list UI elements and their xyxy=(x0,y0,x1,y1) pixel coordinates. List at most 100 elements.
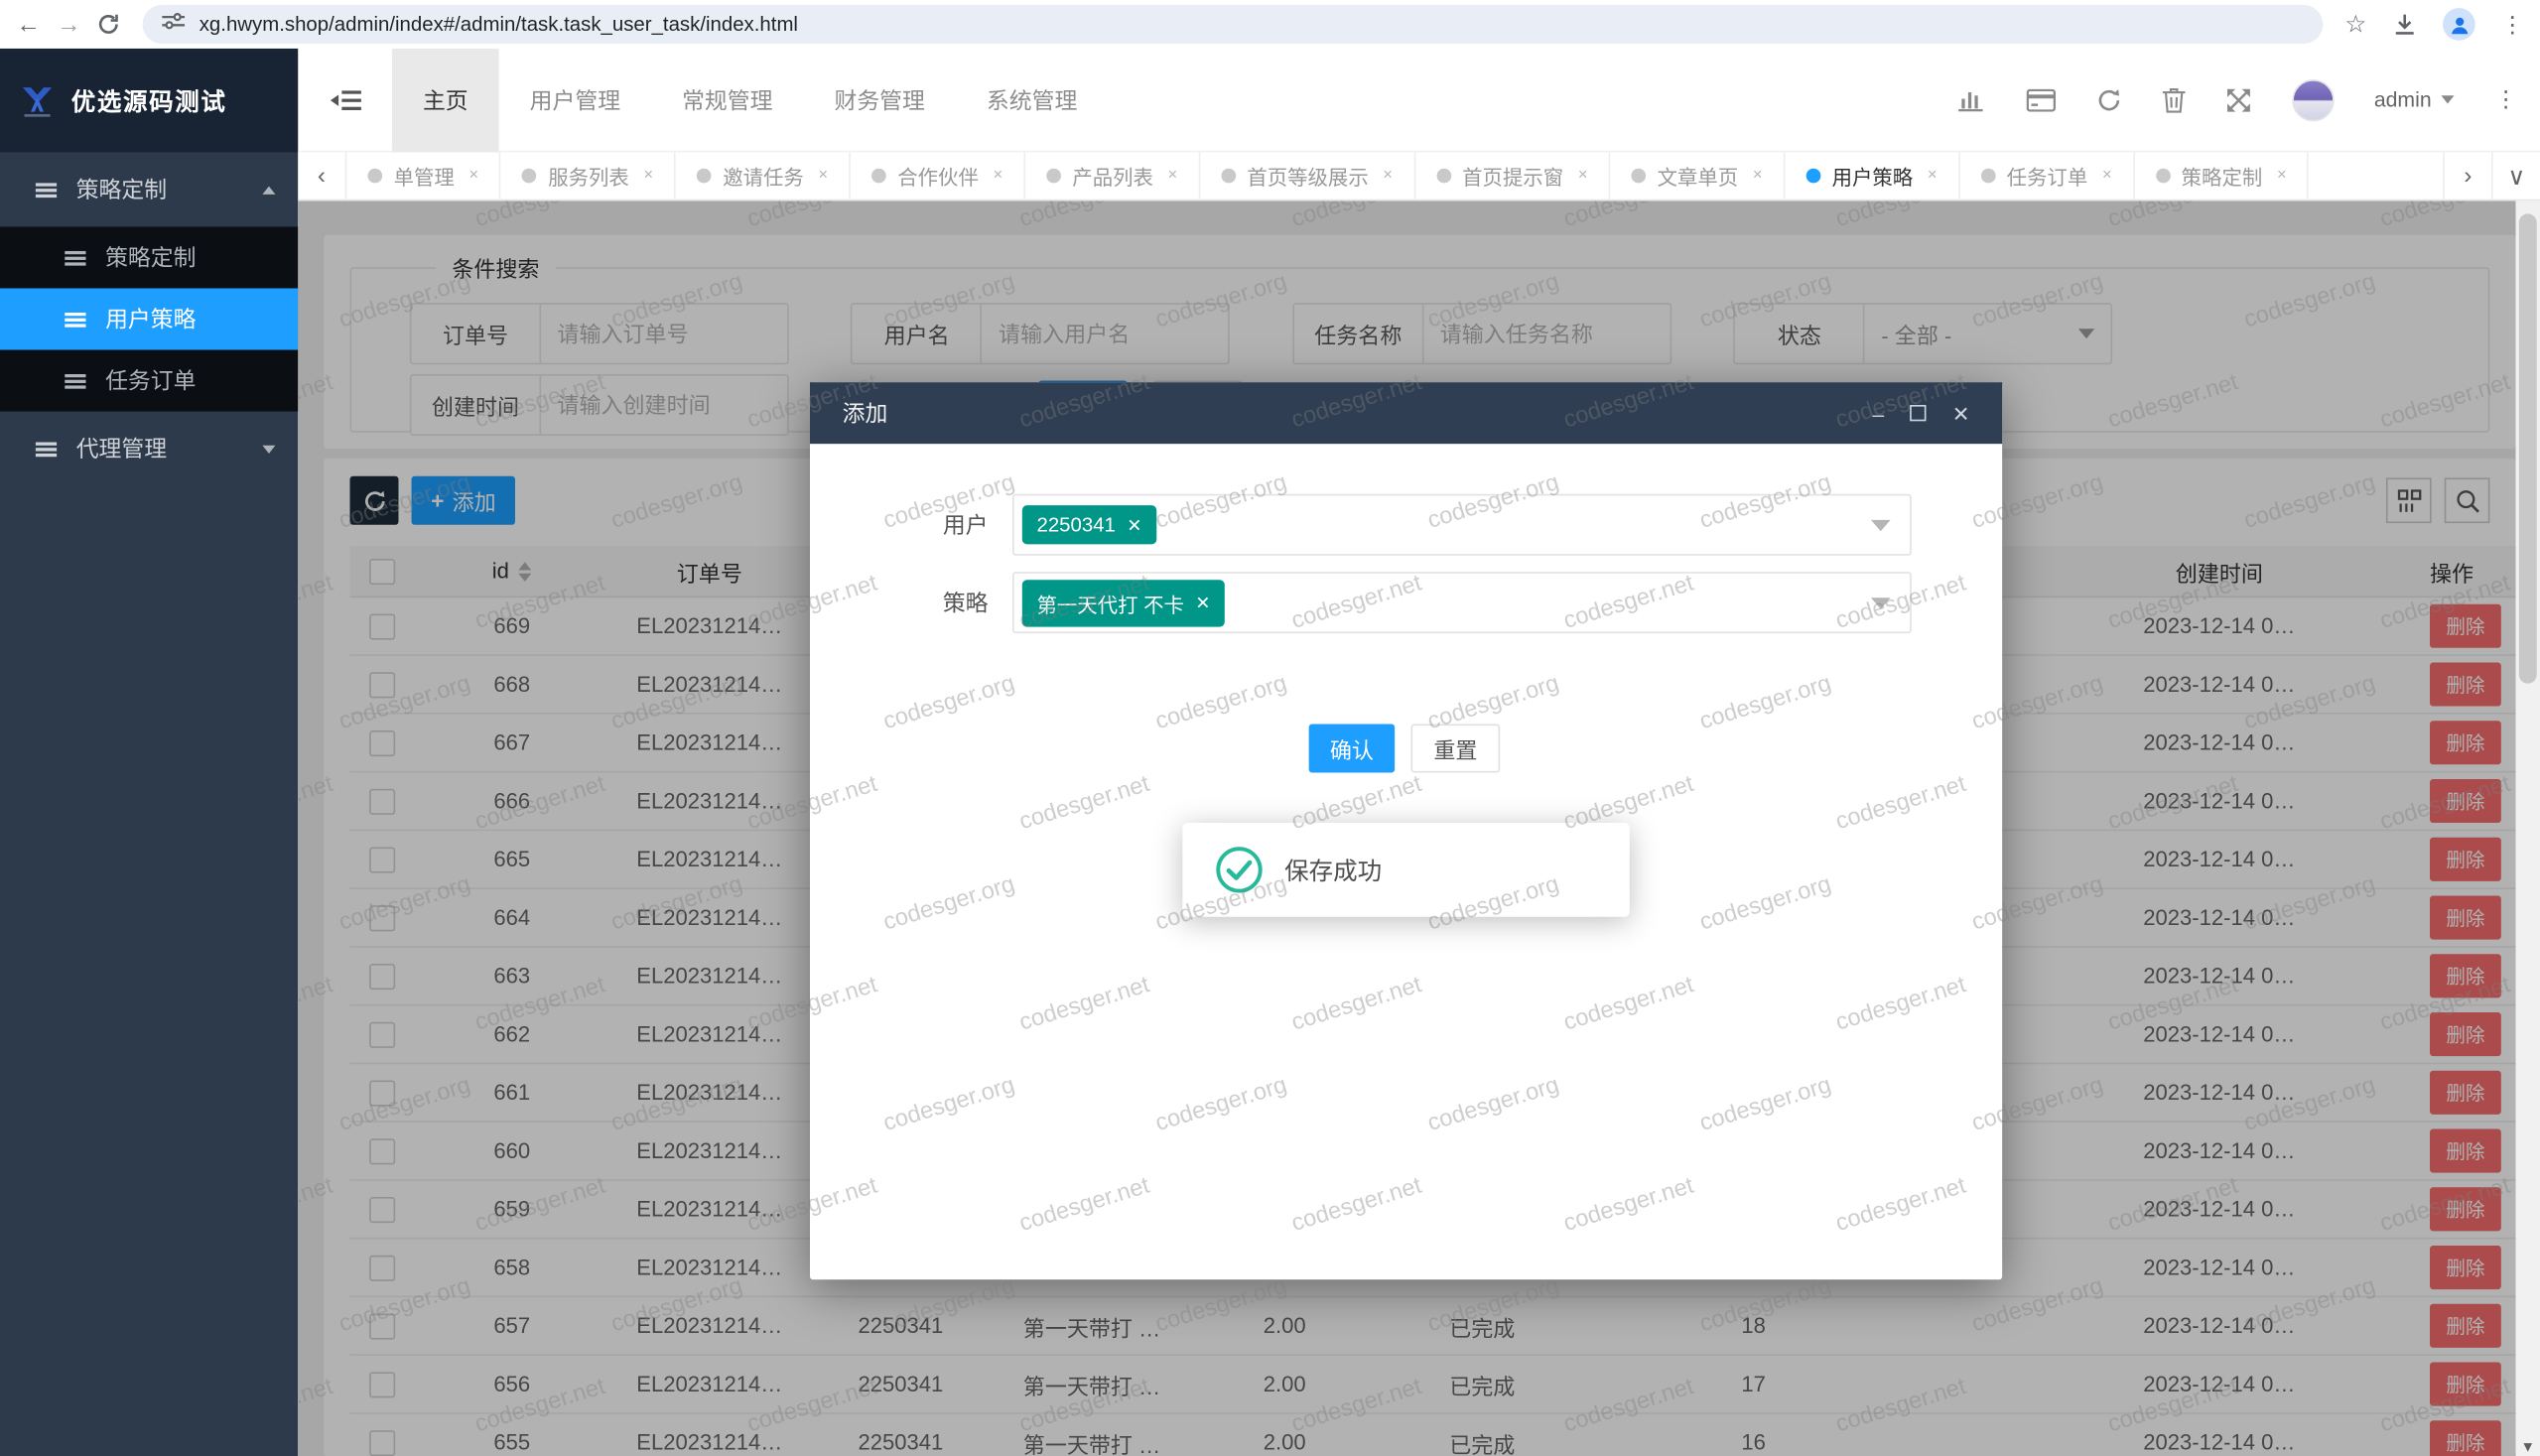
tab-close-icon[interactable]: × xyxy=(644,167,654,185)
user-menu[interactable]: admin xyxy=(2374,87,2455,111)
tab-close-icon[interactable]: × xyxy=(2102,167,2112,185)
sidebar-group[interactable]: 代理管理 xyxy=(0,412,298,486)
sidebar: 优选源码测试 策略定制策略定制用户策略任务订单代理管理 xyxy=(0,49,298,1456)
user-tag: 2250341 ✕ xyxy=(1022,505,1156,544)
sidebar-item-用户策略[interactable]: 用户策略 xyxy=(0,288,298,349)
tab-close-icon[interactable]: × xyxy=(994,167,1003,185)
tab[interactable]: 产品列表 × xyxy=(1025,152,1200,199)
tab-dot-icon xyxy=(1221,169,1236,184)
tabs-menu-icon[interactable]: ∨ xyxy=(2491,152,2540,199)
tab-label: 产品列表 xyxy=(1072,161,1153,192)
menu-list-icon xyxy=(65,250,85,265)
user-multiselect[interactable]: 2250341 ✕ xyxy=(1012,494,1912,556)
appbar: 主页用户管理常规管理财务管理系统管理 a xyxy=(298,49,2540,152)
site-settings-icon[interactable] xyxy=(162,10,185,39)
tab[interactable]: 任务订单× xyxy=(1959,152,2134,199)
scrollbar-thumb[interactable] xyxy=(2519,213,2537,683)
tab[interactable]: 合作伙伴× xyxy=(851,152,1025,199)
browser-menu-icon[interactable]: ⋮ xyxy=(2501,11,2524,39)
tab-close-icon[interactable]: × xyxy=(1168,167,1178,185)
dialog-header[interactable]: 添加 – ✕ xyxy=(810,382,2002,444)
page-scrollbar[interactable]: ▼ xyxy=(2516,200,2540,1456)
browser-reload-icon[interactable] xyxy=(97,13,120,36)
chevron-down-icon xyxy=(2441,95,2454,103)
top-nav: 主页用户管理常规管理财务管理系统管理 xyxy=(392,48,1108,151)
dialog-reset-button[interactable]: 重置 xyxy=(1410,725,1500,773)
scrollbar-down-arrow-icon[interactable]: ▼ xyxy=(2516,1438,2540,1454)
tab-dot-icon xyxy=(367,169,382,184)
fullscreen-icon[interactable] xyxy=(2225,86,2251,112)
minimize-icon[interactable]: – xyxy=(1872,403,1884,424)
sidebar-item-label: 任务订单 xyxy=(105,364,196,397)
tab[interactable]: 服务列表× xyxy=(501,152,676,199)
sidebar-group[interactable]: 策略定制 xyxy=(0,152,298,226)
sidebar-submenu: 策略定制用户策略任务订单 xyxy=(0,226,298,411)
chevron-up-icon xyxy=(262,186,275,194)
tab[interactable]: 邀请任务 × xyxy=(676,152,851,199)
card-panel-icon[interactable] xyxy=(2026,88,2055,111)
nav-item[interactable]: 财务管理 xyxy=(803,48,955,151)
tab[interactable]: 首页提示窗× xyxy=(1415,152,1610,199)
remove-tag-icon[interactable]: ✕ xyxy=(1127,514,1141,535)
maximize-icon[interactable] xyxy=(1910,405,1926,421)
download-icon[interactable] xyxy=(2392,12,2416,36)
tab-dot-icon xyxy=(1631,169,1646,184)
tab[interactable]: 用户策略× xyxy=(1785,152,1959,199)
tab[interactable]: 单管理× xyxy=(346,152,501,199)
remove-tag-icon[interactable]: ✕ xyxy=(1195,592,1210,612)
nav-item[interactable]: 主页 xyxy=(392,48,499,151)
logo-icon xyxy=(16,79,58,121)
screen: ← → xg.hwym.shop/admin/index#/admin/task… xyxy=(0,0,2540,1456)
success-check-icon xyxy=(1215,846,1264,894)
sidebar-item-label: 策略定制 xyxy=(105,241,196,274)
tabs-scroll-right-icon[interactable]: › xyxy=(2443,152,2491,199)
chart-icon[interactable] xyxy=(1957,87,1985,111)
tab-label: 邀请任务 xyxy=(723,161,804,192)
address-bar[interactable]: xg.hwym.shop/admin/index#/admin/task.tas… xyxy=(143,5,2323,44)
strategy-tag-value: 第一天代打 不卡 xyxy=(1036,588,1183,618)
tab[interactable]: 文章单页× xyxy=(1610,152,1785,199)
tab-close-icon[interactable]: × xyxy=(1928,167,1938,185)
browser-profile-icon[interactable] xyxy=(2443,8,2475,41)
appbar-actions: admin ⋮ xyxy=(1957,78,2540,120)
tabs-scroll-left-icon[interactable]: ‹ xyxy=(298,152,346,199)
tab-close-icon[interactable]: × xyxy=(2277,167,2287,185)
refresh-icon[interactable] xyxy=(2095,86,2121,112)
username: admin xyxy=(2374,87,2432,111)
nav-item[interactable]: 用户管理 xyxy=(499,48,651,151)
url-text: xg.hwym.shop/admin/index#/admin/task.tas… xyxy=(200,13,798,36)
strategy-multiselect[interactable]: 第一天代打 不卡 ✕ xyxy=(1012,572,1912,633)
tab-close-icon[interactable]: × xyxy=(1753,167,1763,185)
browser-forward-icon[interactable]: → xyxy=(57,12,80,36)
tab-dot-icon xyxy=(697,169,712,184)
tab-close-icon[interactable]: × xyxy=(468,167,478,185)
strategy-tag: 第一天代打 不卡 ✕ xyxy=(1022,579,1225,625)
strategy-field-row: 策略 第一天代打 不卡 ✕ xyxy=(810,572,2002,633)
nav-item[interactable]: 系统管理 xyxy=(956,48,1108,151)
tab-close-icon[interactable]: × xyxy=(1578,167,1588,185)
user-tag-value: 2250341 xyxy=(1036,513,1115,536)
tab-close-icon[interactable]: × xyxy=(1383,167,1393,185)
tab-close-icon[interactable]: × xyxy=(819,167,829,185)
tab-dot-icon xyxy=(1981,169,1996,184)
confirm-button[interactable]: 确认 xyxy=(1309,725,1395,773)
menu-list-icon xyxy=(36,183,57,198)
close-icon[interactable]: ✕ xyxy=(1952,403,1970,424)
dialog-controls: – ✕ xyxy=(1872,403,1969,424)
user-avatar[interactable] xyxy=(2292,78,2334,120)
tab-dot-icon xyxy=(522,169,537,184)
bookmark-star-icon[interactable]: ☆ xyxy=(2344,12,2366,36)
trash-icon[interactable] xyxy=(2162,86,2185,112)
dialog-buttons: 确认 重置 xyxy=(1309,725,1501,773)
collapse-sidebar-icon[interactable] xyxy=(298,48,392,151)
nav-item[interactable]: 常规管理 xyxy=(651,48,803,151)
tab[interactable]: 首页等级展示 × xyxy=(1200,152,1415,199)
tab-label: 首页等级展示 xyxy=(1247,161,1368,192)
sidebar-group-label: 代理管理 xyxy=(76,433,167,465)
tab[interactable]: 策略定制× xyxy=(2134,152,2309,199)
more-menu-icon[interactable]: ⋮ xyxy=(2494,85,2517,113)
sidebar-item-策略定制[interactable]: 策略定制 xyxy=(0,226,298,288)
browser-back-icon[interactable]: ← xyxy=(16,12,40,36)
sidebar-item-任务订单[interactable]: 任务订单 xyxy=(0,350,298,412)
logo: 优选源码测试 xyxy=(0,49,298,152)
